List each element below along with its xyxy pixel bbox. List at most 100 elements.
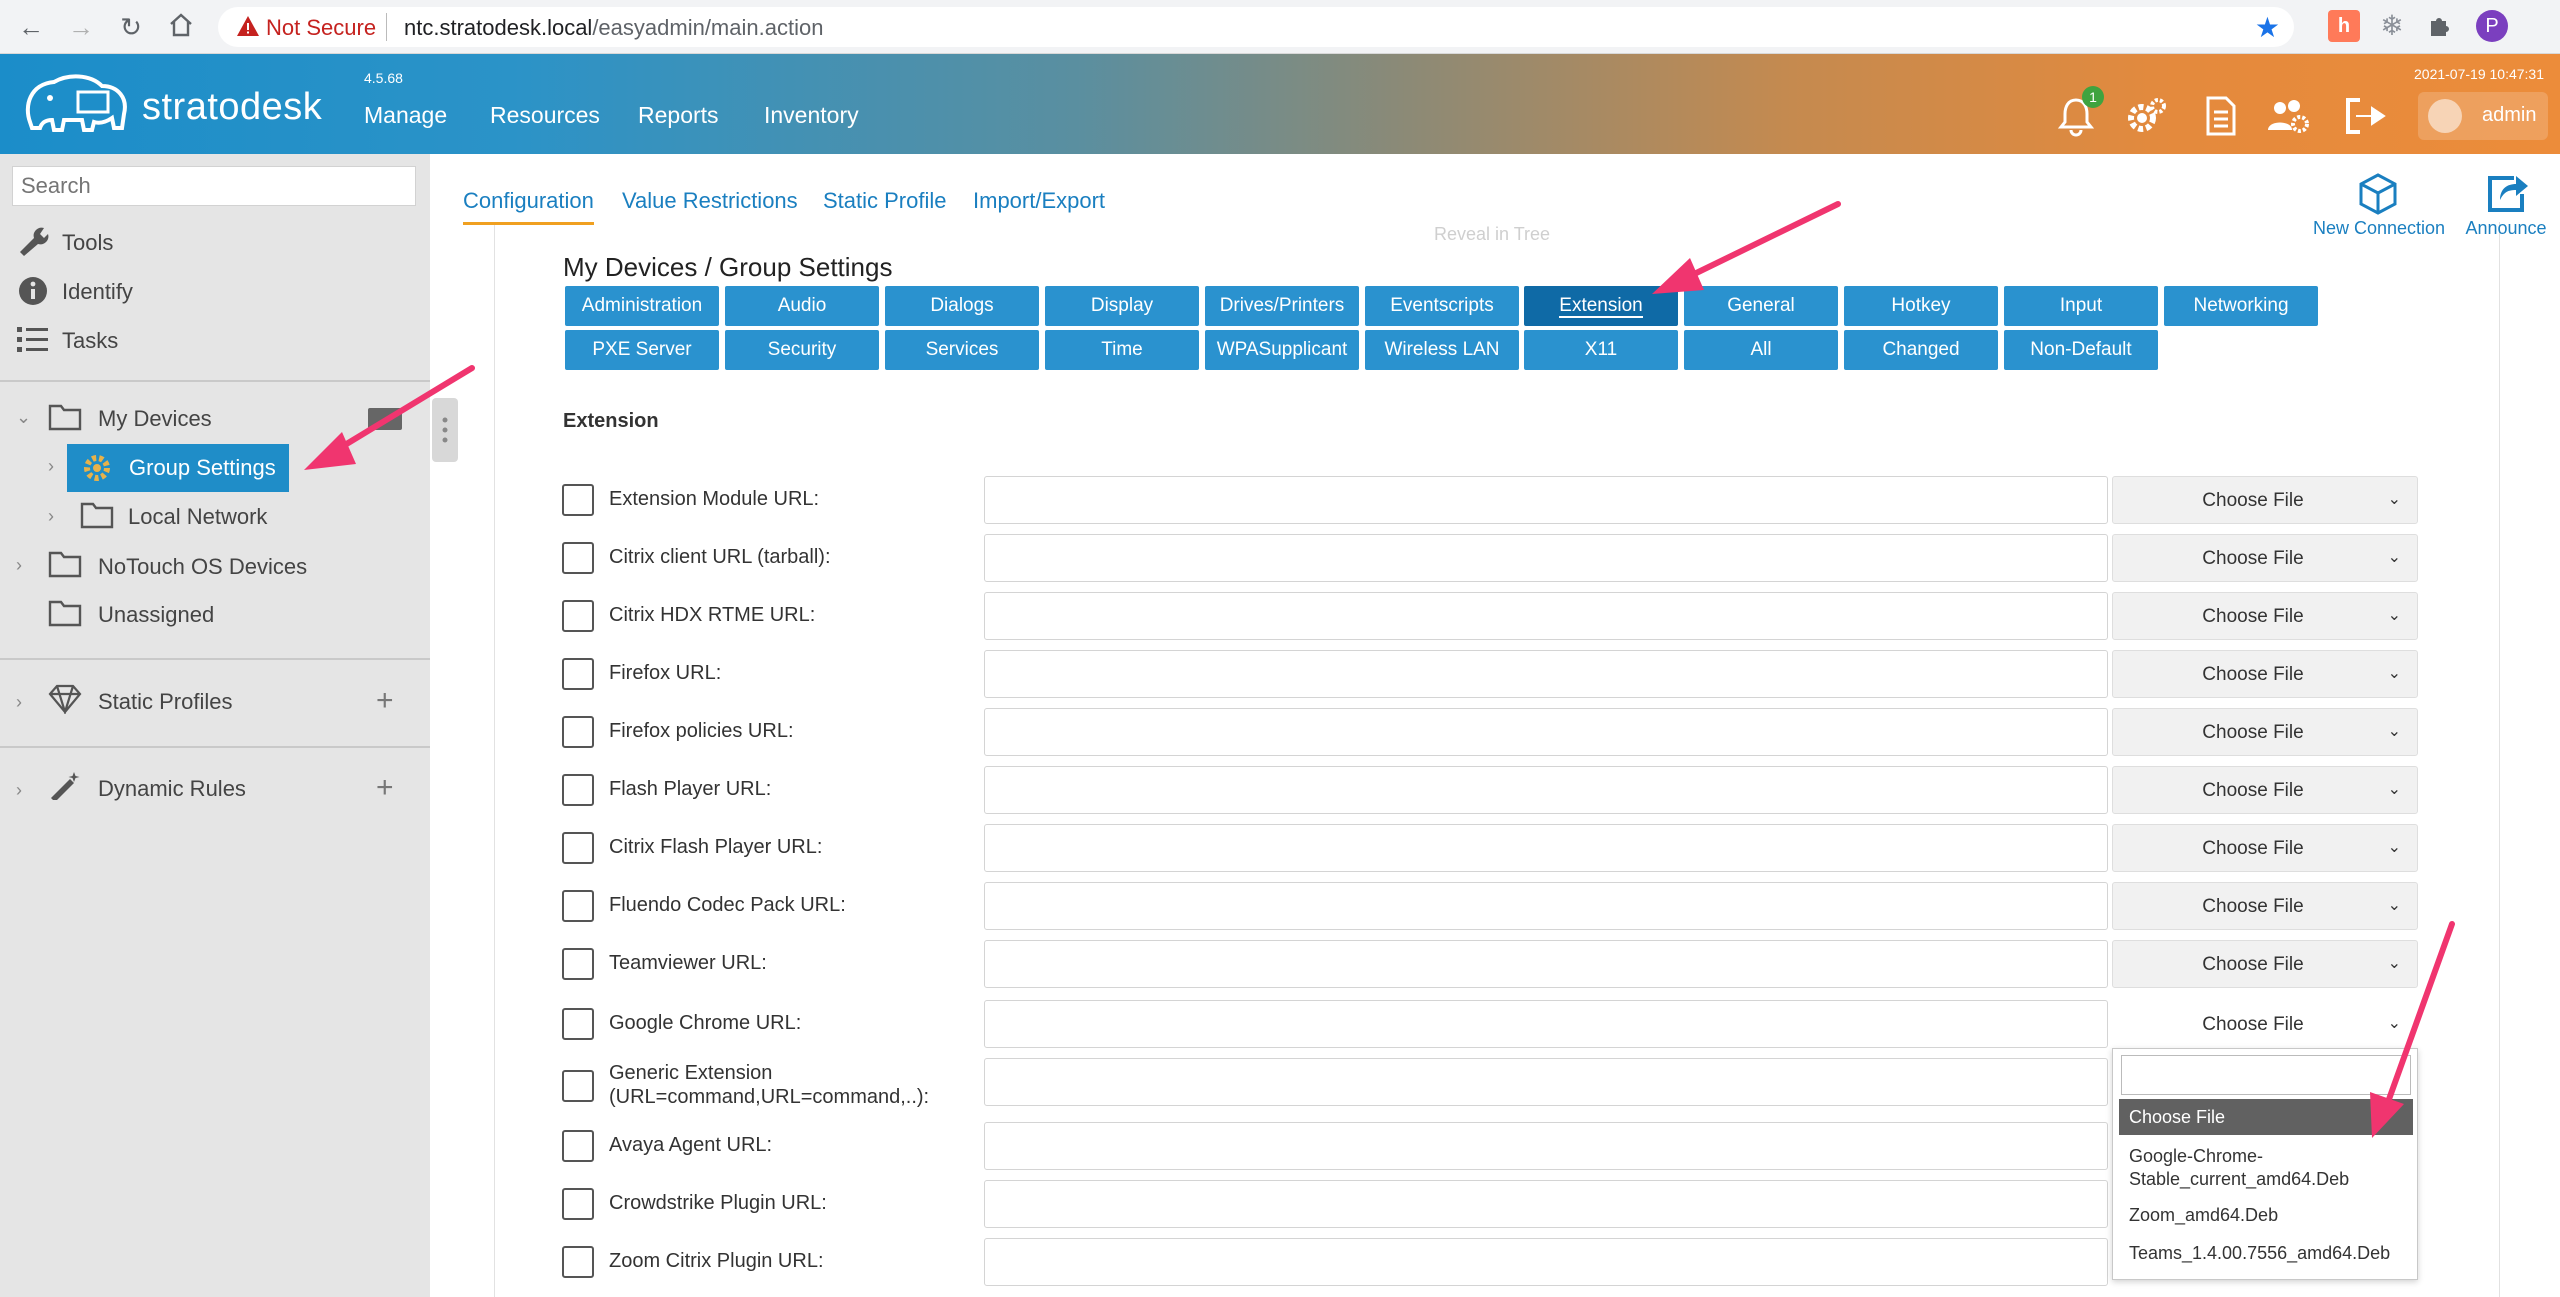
sidebar-item-dynamic-rules[interactable]: Dynamic Rules xyxy=(98,776,246,802)
bookmark-star-icon[interactable]: ★ xyxy=(2255,11,2280,44)
announce-button[interactable]: Announce xyxy=(2456,218,2556,239)
row-enable-checkbox[interactable] xyxy=(562,774,594,806)
fluendo-codec-pack-url-input[interactable] xyxy=(984,882,2108,930)
category-drives-printers[interactable]: Drives/Printers xyxy=(1205,286,1359,326)
choose-file-select[interactable]: Choose File ⌄ xyxy=(2112,766,2418,814)
category-eventscripts[interactable]: Eventscripts xyxy=(1365,286,1519,326)
sidebar-item-tools[interactable]: Tools xyxy=(62,230,113,256)
sidebar-item-identify[interactable]: Identify xyxy=(62,279,133,305)
category-security[interactable]: Security xyxy=(725,330,879,370)
row-enable-checkbox[interactable] xyxy=(562,1188,594,1220)
choose-file-select[interactable]: Choose File ⌄ xyxy=(2112,592,2418,640)
row-enable-checkbox[interactable] xyxy=(562,1008,594,1040)
sidebar-item-tasks[interactable]: Tasks xyxy=(62,328,118,354)
firefox-url-input[interactable] xyxy=(984,650,2108,698)
tab-configuration[interactable]: Configuration xyxy=(463,188,594,225)
sidebar-item-static-profiles[interactable]: Static Profiles xyxy=(98,689,233,715)
choose-file-select[interactable]: Choose File ⌄ xyxy=(2112,534,2418,582)
zoom-citrix-plugin-url-input[interactable] xyxy=(984,1238,2108,1286)
category-audio[interactable]: Audio xyxy=(725,286,879,326)
category-wpasupplicant[interactable]: WPASupplicant xyxy=(1205,330,1359,370)
chevron-right-icon[interactable]: › xyxy=(16,555,22,576)
category-all[interactable]: All xyxy=(1684,330,1838,370)
nav-inventory[interactable]: Inventory xyxy=(764,102,859,129)
category-x11[interactable]: X11 xyxy=(1524,330,1678,370)
category-input[interactable]: Input xyxy=(2004,286,2158,326)
tab-value-restrictions[interactable]: Value Restrictions xyxy=(622,188,798,214)
google-chrome-url-input[interactable] xyxy=(984,1000,2108,1048)
back-icon[interactable]: ← xyxy=(16,12,46,42)
citrix-hdx-rtme-url-input[interactable] xyxy=(984,592,2108,640)
reveal-in-tree-link[interactable]: Reveal in Tree xyxy=(1434,224,1550,245)
tree-my-devices[interactable]: My Devices xyxy=(98,406,212,432)
tree-local-network[interactable]: Local Network xyxy=(128,504,267,530)
row-enable-checkbox[interactable] xyxy=(562,600,594,632)
nav-manage[interactable]: Manage xyxy=(364,102,447,129)
chevron-down-icon[interactable]: ⌄ xyxy=(16,407,31,428)
tree-group-settings[interactable]: Group Settings xyxy=(67,444,289,492)
category-time[interactable]: Time xyxy=(1045,330,1199,370)
cube-icon[interactable] xyxy=(2356,172,2400,216)
citrix-client-url-input[interactable] xyxy=(984,534,2108,582)
home-icon[interactable] xyxy=(166,12,196,42)
forward-icon[interactable]: → xyxy=(66,12,96,42)
firefox-policies-url-input[interactable] xyxy=(984,708,2108,756)
sidebar-search-input[interactable] xyxy=(12,166,416,206)
citrix-flash-player-url-input[interactable] xyxy=(984,824,2108,872)
user-menu[interactable]: admin xyxy=(2418,92,2548,140)
category-non-default[interactable]: Non-Default xyxy=(2004,330,2158,370)
chevron-right-icon[interactable]: › xyxy=(16,780,22,801)
row-enable-checkbox[interactable] xyxy=(562,716,594,748)
document-icon[interactable] xyxy=(2198,94,2242,138)
nav-reports[interactable]: Reports xyxy=(638,102,719,129)
tree-notouch-os-devices[interactable]: NoTouch OS Devices xyxy=(98,554,307,580)
avaya-agent-url-input[interactable] xyxy=(984,1122,2108,1170)
category-dialogs[interactable]: Dialogs xyxy=(885,286,1039,326)
flash-player-url-input[interactable] xyxy=(984,766,2108,814)
hubspot-extension-icon[interactable]: h xyxy=(2328,10,2360,42)
choose-file-select[interactable]: Choose File ⌄ xyxy=(2112,708,2418,756)
row-enable-checkbox[interactable] xyxy=(562,1130,594,1162)
dropdown-option-zoom[interactable]: Zoom_amd64.Deb xyxy=(2119,1205,2413,1226)
choose-file-select[interactable]: Choose File ⌄ xyxy=(2112,650,2418,698)
category-networking[interactable]: Networking xyxy=(2164,286,2318,326)
category-services[interactable]: Services xyxy=(885,330,1039,370)
generic-extension-input[interactable] xyxy=(984,1058,2108,1106)
row-enable-checkbox[interactable] xyxy=(562,890,594,922)
extensions-puzzle-icon[interactable] xyxy=(2424,10,2456,42)
logout-icon[interactable] xyxy=(2342,94,2386,138)
row-enable-checkbox[interactable] xyxy=(562,542,594,574)
category-hotkey[interactable]: Hotkey xyxy=(1844,286,1998,326)
row-enable-checkbox[interactable] xyxy=(562,1246,594,1278)
snowflake-extension-icon[interactable]: ❄ xyxy=(2376,10,2408,42)
tab-import-export[interactable]: Import/Export xyxy=(973,188,1105,214)
chevron-right-icon[interactable]: › xyxy=(48,456,54,477)
add-static-profile-icon[interactable]: + xyxy=(376,684,394,718)
row-enable-checkbox[interactable] xyxy=(562,1070,594,1102)
dropdown-option-teams[interactable]: Teams_1.4.00.7556_amd64.Deb xyxy=(2119,1243,2413,1264)
category-changed[interactable]: Changed xyxy=(1844,330,1998,370)
chevron-right-icon[interactable]: › xyxy=(16,692,22,713)
tab-static-profile[interactable]: Static Profile xyxy=(823,188,947,214)
crowdstrike-plugin-url-input[interactable] xyxy=(984,1180,2108,1228)
new-connection-button[interactable]: New Connection xyxy=(2300,218,2458,239)
row-enable-checkbox[interactable] xyxy=(562,832,594,864)
category-administration[interactable]: Administration xyxy=(565,286,719,326)
row-enable-checkbox[interactable] xyxy=(562,484,594,516)
category-pxe-server[interactable]: PXE Server xyxy=(565,330,719,370)
dropdown-option-google-chrome[interactable]: Google-Chrome- Stable_current_amd64.Deb xyxy=(2119,1145,2413,1191)
row-enable-checkbox[interactable] xyxy=(562,948,594,980)
extension-module-url-input[interactable] xyxy=(984,476,2108,524)
address-bar[interactable]: Not Secure ntc.stratodesk.local/easyadmi… xyxy=(218,7,2294,47)
category-display[interactable]: Display xyxy=(1045,286,1199,326)
chevron-right-icon[interactable]: › xyxy=(48,506,54,527)
choose-file-select[interactable]: Choose File ⌄ xyxy=(2112,824,2418,872)
row-enable-checkbox[interactable] xyxy=(562,658,594,690)
settings-gears-icon[interactable] xyxy=(2124,94,2168,138)
reload-icon[interactable]: ↻ xyxy=(116,12,146,42)
teamviewer-url-input[interactable] xyxy=(984,940,2108,988)
add-dynamic-rule-icon[interactable]: + xyxy=(376,771,394,805)
choose-file-select[interactable]: Choose File ⌄ xyxy=(2112,476,2418,524)
users-settings-icon[interactable] xyxy=(2266,94,2310,138)
nav-resources[interactable]: Resources xyxy=(490,102,600,129)
